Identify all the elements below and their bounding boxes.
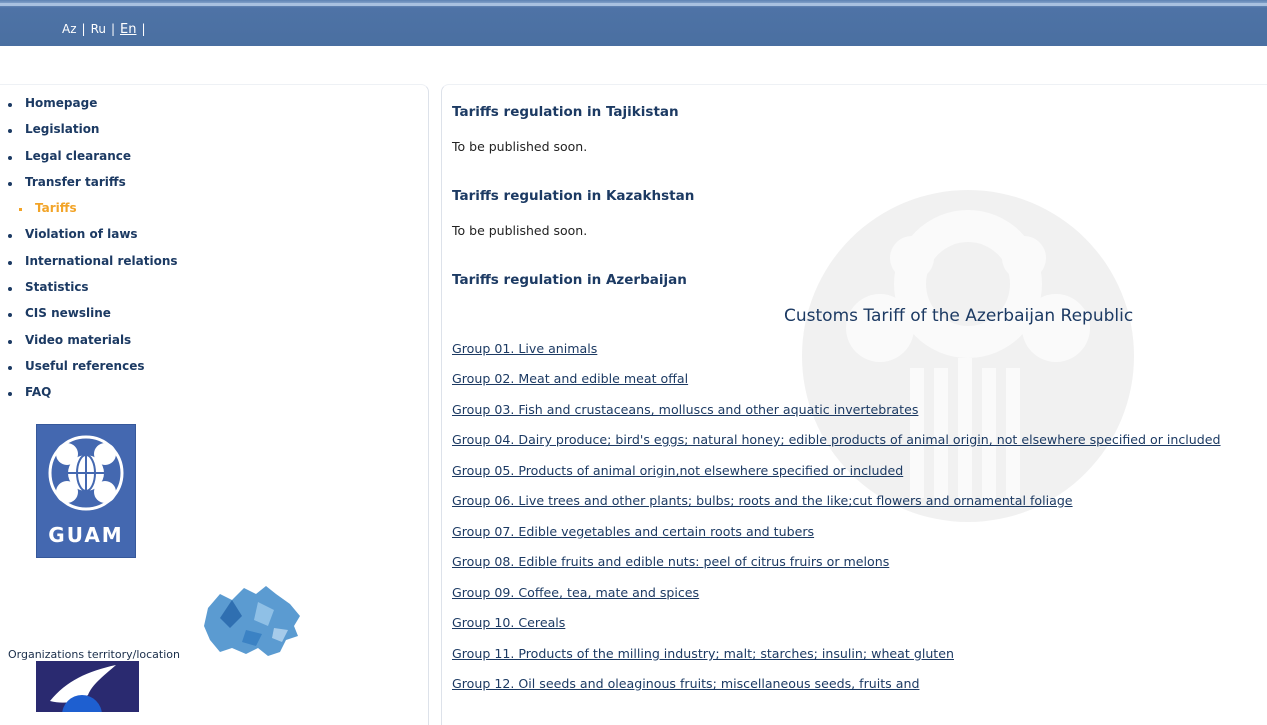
- guam-logo[interactable]: GUAM: [36, 424, 136, 558]
- header-stripe: [0, 3, 1267, 6]
- section-text-kazakhstan: To be published soon.: [452, 223, 588, 238]
- group-link-04[interactable]: Group 04. Dairy produce; bird's eggs; na…: [452, 432, 1221, 447]
- nav-legislation[interactable]: Legislation: [8, 122, 178, 148]
- group-link-11[interactable]: Group 11. Products of the milling indust…: [452, 646, 954, 661]
- nav-transfer-tariffs[interactable]: Transfer tariffs: [8, 175, 178, 201]
- group-link-05[interactable]: Group 05. Products of animal origin,not …: [452, 463, 903, 478]
- org-territory-caption: Organizations territory/location: [8, 648, 180, 661]
- lang-en[interactable]: En: [120, 22, 136, 37]
- group-link-01[interactable]: Group 01. Live animals: [452, 341, 597, 356]
- tariff-title: Customs Tariff of the Azerbaijan Republi…: [784, 306, 1134, 326]
- territory-map-icon[interactable]: [202, 582, 304, 660]
- section-heading-azerbaijan: Tariffs regulation in Azerbaijan: [452, 272, 687, 288]
- sidebar-nav: Homepage Legislation Legal clearance Tra…: [8, 96, 178, 412]
- lang-az[interactable]: Az: [62, 22, 77, 36]
- group-link-10[interactable]: Group 10. Cereals: [452, 615, 565, 630]
- group-link-12[interactable]: Group 12. Oil seeds and oleaginous fruit…: [452, 676, 919, 691]
- guam-logo-text: GUAM: [48, 523, 124, 547]
- lang-ru[interactable]: Ru: [91, 22, 106, 36]
- nav-cis-newsline[interactable]: CIS newsline: [8, 306, 178, 332]
- lang-separator: |: [81, 22, 86, 36]
- group-link-06[interactable]: Group 06. Live trees and other plants; b…: [452, 493, 1073, 508]
- group-link-02[interactable]: Group 02. Meat and edible meat offal: [452, 371, 688, 386]
- section-heading-tajikistan: Tariffs regulation in Tajikistan: [452, 104, 679, 120]
- header-bar: [0, 0, 1267, 46]
- nav-homepage[interactable]: Homepage: [8, 96, 178, 122]
- nav-faq[interactable]: FAQ: [8, 385, 178, 411]
- section-text-tajikistan: To be published soon.: [452, 139, 588, 154]
- group-link-09[interactable]: Group 09. Coffee, tea, mate and spices: [452, 585, 699, 600]
- group-link-08[interactable]: Group 08. Edible fruits and edible nuts:…: [452, 554, 889, 569]
- lang-separator: |: [110, 22, 116, 36]
- nav-video-materials[interactable]: Video materials: [8, 333, 178, 359]
- section-heading-kazakhstan: Tariffs regulation in Kazakhstan: [452, 188, 695, 204]
- lang-separator: |: [141, 22, 146, 36]
- group-link-03[interactable]: Group 03. Fish and crustaceans, molluscs…: [452, 402, 918, 417]
- language-switcher: Az | Ru | En |: [62, 22, 151, 37]
- nav-legal-clearance[interactable]: Legal clearance: [8, 149, 178, 175]
- nav-useful-references[interactable]: Useful references: [8, 359, 178, 385]
- dove-icon: [50, 665, 116, 712]
- nav-international-relations[interactable]: International relations: [8, 254, 178, 280]
- dove-logo[interactable]: [36, 661, 139, 712]
- guam-emblem-icon: [48, 435, 124, 511]
- nav-violation-of-laws[interactable]: Violation of laws: [8, 227, 178, 253]
- nav-statistics[interactable]: Statistics: [8, 280, 178, 306]
- nav-tariffs[interactable]: Tariffs: [8, 201, 178, 227]
- group-link-07[interactable]: Group 07. Edible vegetables and certain …: [452, 524, 814, 539]
